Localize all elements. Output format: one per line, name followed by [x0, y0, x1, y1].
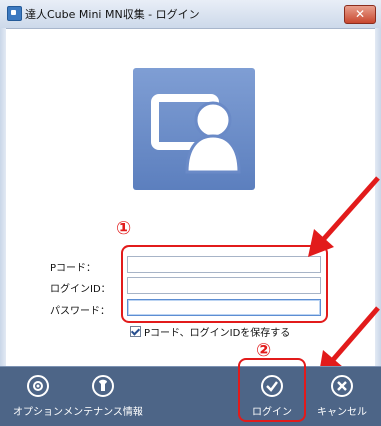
annotation-marker-1: ① — [116, 218, 132, 239]
window-frame-left — [0, 28, 6, 366]
title-bar: 達人Cube Mini MN収集 - ログイン ✕ — [0, 0, 381, 29]
user-screen-icon — [151, 94, 241, 174]
login-highlight-box — [238, 358, 306, 422]
bottom-toolbar: オプション メンテナンス情報 ログイン キャンセル — [0, 366, 381, 426]
login-id-label: ログインID： — [50, 284, 111, 295]
save-credentials-row[interactable]: Pコード、ログインIDを保存する — [130, 324, 290, 339]
login-id-input[interactable] — [127, 277, 321, 294]
save-credentials-label: Pコード、ログインIDを保存する — [144, 328, 291, 339]
pcode-label: Pコード： — [50, 263, 97, 274]
app-logo — [133, 68, 255, 190]
gear-icon — [27, 375, 49, 397]
login-window: 達人Cube Mini MN収集 - ログイン ✕ ① Pコード： ログインID… — [0, 0, 381, 426]
pcode-input[interactable] — [127, 256, 321, 273]
close-button[interactable]: ✕ — [344, 5, 376, 24]
arrow-to-inputs-icon — [308, 176, 380, 257]
window-title: 達人Cube Mini MN収集 - ログイン — [25, 8, 200, 21]
maintenance-info-label: メンテナンス情報 — [63, 407, 143, 418]
wrench-icon — [92, 375, 114, 397]
cancel-label: キャンセル — [317, 407, 367, 418]
password-label: パスワード： — [50, 306, 110, 317]
cancel-button[interactable]: キャンセル — [306, 367, 378, 426]
save-credentials-checkbox[interactable] — [130, 326, 141, 337]
maintenance-info-button[interactable]: メンテナンス情報 — [58, 367, 148, 426]
password-input[interactable] — [127, 299, 321, 316]
cancel-x-icon — [331, 375, 353, 397]
app-icon — [7, 6, 22, 21]
